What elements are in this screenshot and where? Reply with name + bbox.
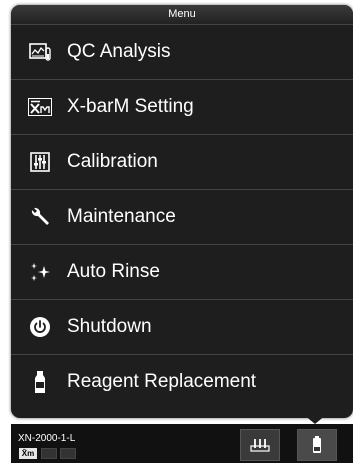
menu-pointer [303, 414, 327, 424]
menu-item-qc-analysis[interactable]: QC Analysis [11, 25, 353, 80]
menu-item-maintenance[interactable]: Maintenance [11, 190, 353, 245]
xbarm-icon [27, 94, 53, 120]
status-bar: XN-2000-1-L X̄m [11, 424, 353, 463]
menu-list: QC Analysis X-barM Setting Calibration M… [11, 25, 353, 409]
menu-item-label: X-barM Setting [67, 96, 194, 117]
menu-item-label: Shutdown [67, 316, 152, 337]
reagent-button[interactable] [297, 429, 337, 461]
wrench-icon [27, 204, 53, 230]
reagent-bottle-icon [313, 436, 321, 453]
power-icon [27, 314, 53, 340]
menu-item-calibration[interactable]: Calibration [11, 135, 353, 190]
sample-rack-button[interactable] [240, 429, 280, 461]
menu-item-reagent-replacement[interactable]: Reagent Replacement [11, 355, 353, 409]
menu-item-label: Maintenance [67, 206, 176, 227]
menu-title: Menu [11, 5, 353, 25]
sample-rack-icon [250, 439, 270, 452]
menu-panel: Menu QC Analysis X-barM Setting Calibrat… [11, 5, 353, 418]
menu-item-label: Auto Rinse [67, 261, 160, 282]
reagent-bottle-icon [27, 369, 53, 395]
qc-analysis-icon [27, 39, 53, 65]
menu-item-label: Reagent Replacement [67, 371, 257, 392]
device-status[interactable]: XN-2000-1-L X̄m [17, 429, 117, 461]
menu-item-label: QC Analysis [67, 41, 171, 62]
xm-badge: X̄m [19, 448, 37, 459]
menu-item-shutdown[interactable]: Shutdown [11, 300, 353, 355]
menu-item-auto-rinse[interactable]: Auto Rinse [11, 245, 353, 300]
device-name: XN-2000-1-L [18, 433, 76, 444]
sparkle-icon [27, 259, 53, 285]
calibration-icon [27, 149, 53, 175]
mode-indicator [60, 448, 76, 459]
mode-indicator [41, 448, 57, 459]
menu-item-xbarm-setting[interactable]: X-barM Setting [11, 80, 353, 135]
menu-item-label: Calibration [67, 151, 158, 172]
